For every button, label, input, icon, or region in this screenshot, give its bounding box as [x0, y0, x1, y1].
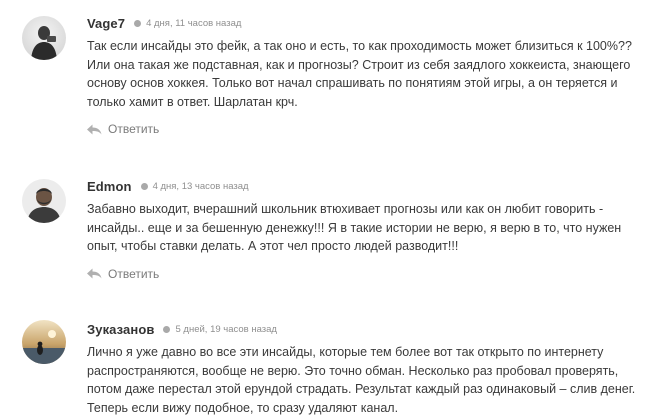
user-photo-icon [22, 320, 66, 364]
reply-arrow-icon [87, 124, 102, 135]
avatar[interactable] [22, 179, 66, 223]
user-photo-icon [22, 179, 66, 223]
comments-list: Vage7 4 дня, 11 часов назад Так если инс… [0, 0, 664, 419]
comment-text-content: Лично я уже давно во все эти инсайды, ко… [87, 345, 636, 415]
comment-text: Так если инсайды это фейк, а так оно и е… [87, 37, 652, 111]
avatar[interactable] [22, 16, 66, 60]
reply-label[interactable]: Ответить [108, 267, 159, 281]
avatar[interactable] [22, 320, 66, 364]
comment-text: Забавно выходит, вчерашний школьник втюх… [87, 200, 652, 256]
clock-icon [140, 182, 148, 190]
user-photo-icon [22, 16, 66, 60]
comment-text: Лично я уже давно во все эти инсайды, ко… [87, 343, 652, 417]
comment-date[interactable]: 4 дня, 11 часов назад [146, 18, 241, 29]
comment-date[interactable]: 5 дней, 19 часов назад [175, 324, 276, 335]
comment-author[interactable]: Зуказанов [87, 322, 154, 337]
comment-text-content: Так если инсайды это фейк, а так оно и е… [87, 39, 632, 109]
clock-icon [163, 325, 171, 333]
reply-arrow-icon [87, 268, 102, 279]
comment-author[interactable]: Vage7 [87, 16, 125, 31]
clock-icon [134, 19, 142, 27]
comment-date[interactable]: 4 дня, 13 часов назад [153, 181, 249, 192]
comment-text-content: Забавно выходит, вчерашний школьник втюх… [87, 202, 622, 253]
comment-author[interactable]: Edmon [87, 179, 132, 194]
reply-button[interactable]: Ответить [87, 267, 652, 281]
reply-button[interactable]: Ответить [87, 122, 652, 136]
reply-label[interactable]: Ответить [108, 122, 159, 136]
